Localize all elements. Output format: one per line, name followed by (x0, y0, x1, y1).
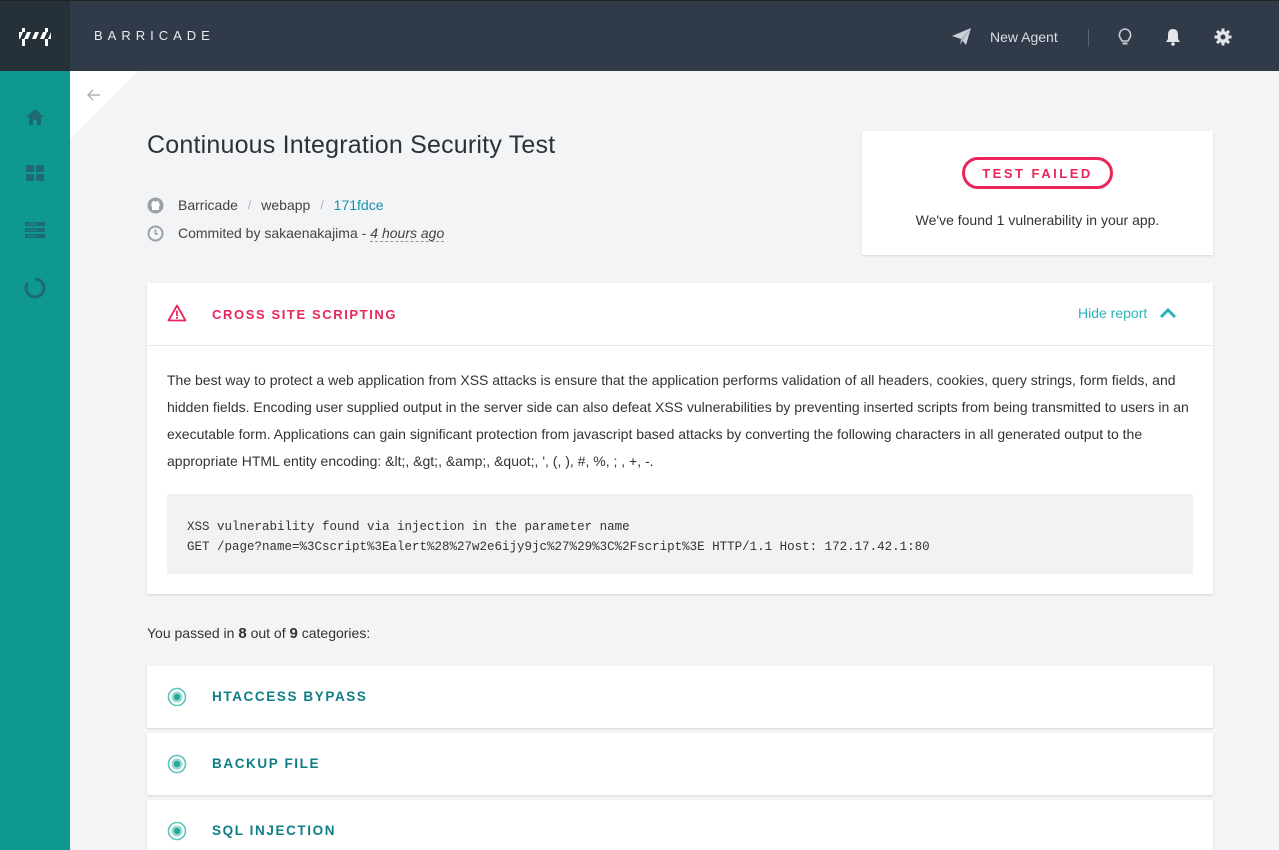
hide-report-label: Hide report (1078, 305, 1148, 321)
warning-icon (167, 304, 187, 322)
passed-count: 8 (238, 625, 247, 642)
server-stack-icon[interactable] (24, 219, 46, 241)
result-card: TEST FAILED We've found 1 vulnerability … (862, 131, 1213, 255)
summary-suffix: categories: (301, 625, 371, 641)
target-check-icon (167, 687, 187, 707)
sidebar (0, 71, 70, 850)
hide-report-button[interactable]: Hide report (1078, 305, 1177, 321)
barricade-logo-icon[interactable] (0, 1, 70, 72)
summary-prefix: You passed in (147, 625, 235, 641)
total-count: 9 (289, 625, 298, 642)
commit-time: 4 hours ago (370, 224, 445, 242)
category-row[interactable]: BACKUP FILE (147, 733, 1213, 795)
summary-middle: out of (250, 625, 286, 641)
category-title: HTACCESS BYPASS (212, 689, 368, 704)
category-row[interactable]: HTACCESS BYPASS (147, 666, 1213, 728)
paper-plane-icon (952, 28, 971, 45)
brand-name: BARRICADE (94, 28, 215, 43)
target-check-icon (167, 754, 187, 774)
breadcrumb-separator: / (247, 198, 252, 212)
target-check-icon (167, 821, 187, 841)
new-agent-label: New Agent (990, 29, 1058, 45)
topbar-divider (1088, 29, 1089, 47)
passed-summary: You passed in 8 out of 9 categories: (147, 625, 370, 642)
breadcrumb-separator: / (320, 198, 324, 212)
evidence-line: GET /page?name=%3Cscript%3Ealert%28%27w2… (187, 540, 930, 554)
vulnerability-header: CROSS SITE SCRIPTING Hide report (147, 283, 1213, 346)
repo-name-link[interactable]: webapp (261, 197, 310, 213)
commit-info: Commited by sakaenakajima - 4 hours ago (147, 224, 445, 242)
category-row[interactable]: SQL INJECTION (147, 800, 1213, 850)
commit-hash-link[interactable]: 171fdce (334, 197, 384, 213)
repo-breadcrumb: Barricade / webapp / 171fdce (147, 196, 383, 214)
loading-ring-icon[interactable] (24, 277, 46, 299)
evidence-line: XSS vulnerability found via injection in… (187, 520, 630, 534)
lightbulb-icon[interactable] (1115, 27, 1135, 47)
category-title: BACKUP FILE (212, 756, 321, 771)
page-title: Continuous Integration Security Test (147, 131, 556, 159)
back-arrow-icon[interactable] (85, 86, 103, 104)
gear-icon[interactable] (1213, 27, 1233, 47)
result-message: We've found 1 vulnerability in your app. (915, 212, 1160, 228)
chevron-up-icon (1160, 307, 1177, 319)
vulnerability-panel: CROSS SITE SCRIPTING Hide report The bes… (147, 283, 1213, 594)
github-icon (147, 197, 164, 213)
dashboard-grid-icon[interactable] (24, 162, 46, 184)
repo-owner-link[interactable]: Barricade (178, 197, 238, 213)
home-icon[interactable] (24, 106, 46, 128)
category-title: SQL INJECTION (212, 823, 337, 838)
vulnerability-description: The best way to protect a web applicatio… (167, 372, 1189, 469)
clock-icon (147, 225, 164, 241)
back-corner (70, 71, 138, 139)
status-badge: TEST FAILED (962, 157, 1113, 189)
vulnerability-evidence: XSS vulnerability found via injection in… (167, 494, 1193, 574)
top-bar: BARRICADE New Agent (0, 0, 1279, 72)
bell-icon[interactable] (1163, 27, 1183, 47)
new-agent-button[interactable]: New Agent (952, 25, 1058, 49)
commit-author-text: Commited by sakaenakajima - (178, 225, 367, 241)
vulnerability-title: CROSS SITE SCRIPTING (212, 307, 398, 322)
